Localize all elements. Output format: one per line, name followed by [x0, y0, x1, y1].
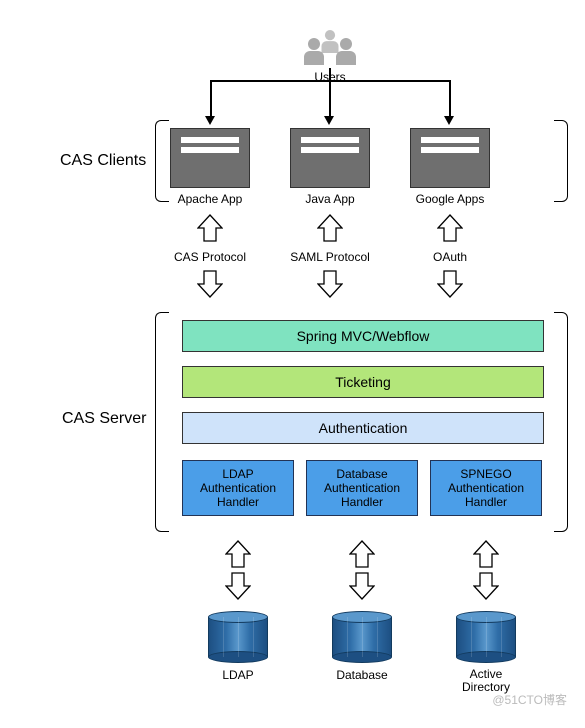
bracket-right	[554, 312, 568, 532]
layer-spring: Spring MVC/Webflow	[182, 320, 544, 352]
protocol-label-cas: CAS Protocol	[160, 250, 260, 264]
client-google	[410, 128, 490, 188]
hollow-arrow-down-icon	[317, 270, 343, 298]
handler-spnego-l3: Handler	[431, 495, 541, 509]
hollow-arrow-down-icon	[473, 572, 499, 600]
hollow-arrow-up-icon	[473, 540, 499, 568]
client-java	[290, 128, 370, 188]
arrowhead-down-icon	[444, 116, 454, 125]
arrowhead-down-icon	[324, 116, 334, 125]
db-ad-l1: Active	[470, 667, 503, 681]
protocol-label-saml: SAML Protocol	[280, 250, 380, 264]
handler-ldap-l3: Handler	[183, 495, 293, 509]
hollow-arrow-up-icon	[197, 214, 223, 242]
connector-line	[449, 80, 451, 118]
handler-db-l2: Authentication	[307, 481, 417, 495]
connector-line	[329, 68, 331, 80]
client-apache-label: Apache App	[150, 192, 270, 206]
handler-ldap: LDAP Authentication Handler	[182, 460, 294, 516]
layer-ticketing: Ticketing	[182, 366, 544, 398]
handler-db-l1: Database	[307, 467, 417, 481]
client-java-label: Java App	[270, 192, 390, 206]
handler-spnego: SPNEGO Authentication Handler	[430, 460, 542, 516]
handler-ldap-l2: Authentication	[183, 481, 293, 495]
bracket-left	[155, 312, 169, 532]
db-ad-icon	[456, 612, 516, 662]
handler-ldap-l1: LDAP	[183, 467, 293, 481]
bracket-right	[554, 120, 568, 202]
db-database-icon	[332, 612, 392, 662]
db-database-label: Database	[312, 668, 412, 682]
watermark: @51CTO博客	[492, 691, 567, 708]
bracket-left	[155, 120, 169, 202]
client-google-label: Google Apps	[390, 192, 510, 206]
connector-line	[210, 80, 212, 118]
protocol-label-oauth: OAuth	[400, 250, 500, 264]
handler-db-l3: Handler	[307, 495, 417, 509]
db-ldap-icon	[208, 612, 268, 662]
hollow-arrow-down-icon	[437, 270, 463, 298]
client-apache	[170, 128, 250, 188]
hollow-arrow-down-icon	[349, 572, 375, 600]
hollow-arrow-up-icon	[317, 214, 343, 242]
db-ldap-label: LDAP	[188, 668, 288, 682]
hollow-arrow-up-icon	[225, 540, 251, 568]
section-label-server: CAS Server	[62, 410, 146, 428]
handler-spnego-l2: Authentication	[431, 481, 541, 495]
handler-spnego-l1: SPNEGO	[431, 467, 541, 481]
section-label-clients: CAS Clients	[60, 152, 146, 170]
arrowhead-down-icon	[205, 116, 215, 125]
hollow-arrow-up-icon	[349, 540, 375, 568]
handler-db: Database Authentication Handler	[306, 460, 418, 516]
layer-auth: Authentication	[182, 412, 544, 444]
connector-line	[329, 80, 331, 118]
hollow-arrow-down-icon	[197, 270, 223, 298]
hollow-arrow-down-icon	[225, 572, 251, 600]
hollow-arrow-up-icon	[437, 214, 463, 242]
